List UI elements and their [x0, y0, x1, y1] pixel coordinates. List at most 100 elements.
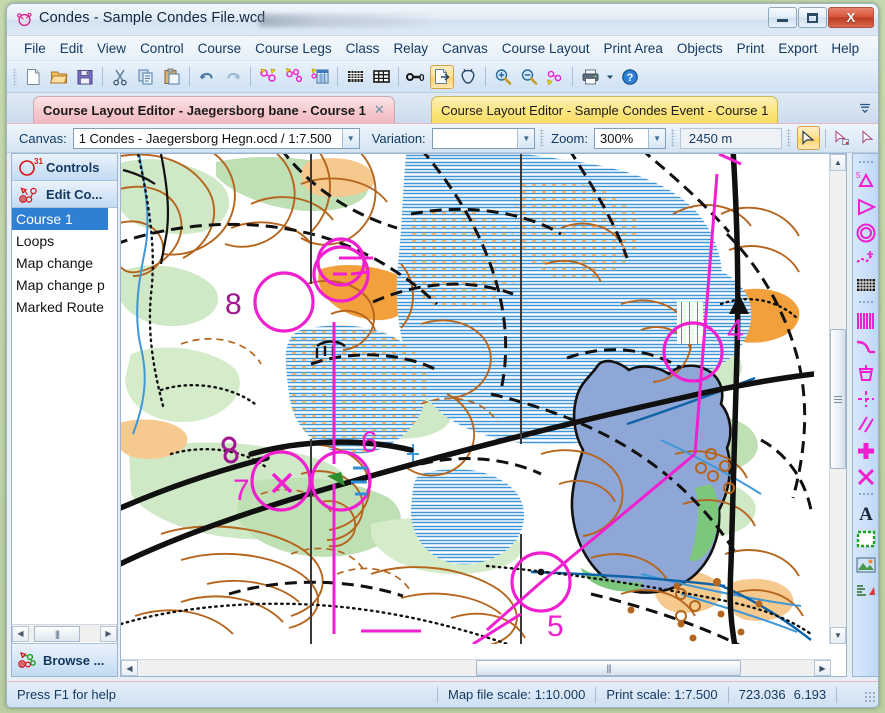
- control-key-icon[interactable]: 0: [404, 65, 428, 89]
- chevron-down-icon[interactable]: ▼: [517, 128, 535, 148]
- canvasbar-grip[interactable]: [787, 129, 791, 147]
- canvas-select[interactable]: 1 Condes - Jaegersborg Hegn.ocd / 1:7.50…: [72, 127, 360, 149]
- menu-course[interactable]: Course: [191, 38, 249, 59]
- redo-icon[interactable]: [221, 65, 245, 89]
- menu-class[interactable]: Class: [339, 38, 387, 59]
- chevron-down-icon[interactable]: ▼: [341, 128, 359, 148]
- help-icon[interactable]: ?: [618, 65, 642, 89]
- cut-icon[interactable]: [108, 65, 132, 89]
- sidebar-section-controls[interactable]: 31 Controls: [12, 154, 117, 181]
- menu-objects[interactable]: Objects: [670, 38, 730, 59]
- legend-icon[interactable]: [854, 578, 878, 603]
- sidebar-section-edit-course[interactable]: Edit Co...: [12, 181, 117, 208]
- vscroll-thumb[interactable]: [830, 329, 846, 469]
- new-file-icon[interactable]: [21, 65, 45, 89]
- maximize-button[interactable]: [798, 7, 827, 28]
- zoom-in-icon[interactable]: [491, 65, 515, 89]
- sidebar-section-browse[interactable]: Browse ...: [12, 643, 117, 676]
- canvasbar-grip[interactable]: [671, 129, 675, 147]
- tab-overflow-icon[interactable]: [858, 101, 872, 115]
- control-descriptions-icon[interactable]: [308, 65, 332, 89]
- menu-canvas[interactable]: Canvas: [435, 38, 495, 59]
- minimize-button[interactable]: [768, 7, 797, 28]
- menu-course-layout[interactable]: Course Layout: [495, 38, 597, 59]
- finish-double-circle-icon[interactable]: [854, 220, 878, 245]
- scroll-up-icon[interactable]: ▲: [830, 154, 846, 171]
- menu-relay[interactable]: Relay: [386, 38, 435, 59]
- paste-icon[interactable]: [160, 65, 184, 89]
- list-item[interactable]: Loops: [12, 230, 117, 252]
- list-item[interactable]: Map change p: [12, 274, 117, 296]
- zoom-select[interactable]: 300% ▼: [593, 127, 667, 149]
- close-button[interactable]: X: [828, 7, 874, 28]
- scroll-down-icon[interactable]: ▼: [830, 627, 846, 644]
- bent-leg-icon[interactable]: [854, 334, 878, 359]
- scroll-thumb[interactable]: |||: [34, 625, 80, 642]
- save-file-icon[interactable]: [73, 65, 97, 89]
- table-grid-icon[interactable]: [369, 65, 393, 89]
- symbolbar-grip[interactable]: [858, 492, 874, 497]
- menu-print[interactable]: Print: [730, 38, 772, 59]
- marked-route-icon[interactable]: [854, 246, 878, 271]
- menu-export[interactable]: Export: [771, 38, 824, 59]
- orienteering-map[interactable]: 4 5 6 7 8: [121, 154, 814, 644]
- scroll-right-icon[interactable]: ▶: [100, 625, 117, 642]
- relay-icon[interactable]: [456, 65, 480, 89]
- crossing-point-icon[interactable]: [854, 386, 878, 411]
- text-tool-icon[interactable]: A: [854, 500, 878, 525]
- course-layout-icon[interactable]: [430, 64, 454, 89]
- variation-label: Variation:: [371, 130, 426, 146]
- menu-edit[interactable]: Edit: [53, 38, 90, 59]
- chevron-down-icon[interactable]: ▼: [648, 128, 666, 148]
- tab-course-layout-jaegersborg[interactable]: Course Layout Editor - Jaegersborg bane …: [33, 96, 395, 123]
- close-icon[interactable]: ✕: [374, 102, 385, 118]
- open-file-icon[interactable]: [47, 65, 71, 89]
- table-black-icon[interactable]: [343, 65, 367, 89]
- hscroll-thumb[interactable]: |||: [476, 660, 741, 676]
- uncrossable-boundary-icon[interactable]: [854, 412, 878, 437]
- print-dropdown-icon[interactable]: [604, 65, 616, 89]
- map-vertical-scrollbar[interactable]: ▲ ▼: [829, 154, 846, 644]
- hatched-area-icon[interactable]: [854, 308, 878, 333]
- map-horizontal-scrollbar[interactable]: ◀ ||| ▶: [121, 659, 831, 676]
- map-canvas[interactable]: 4 5 6 7 8: [121, 154, 814, 644]
- forbidden-cross-icon[interactable]: [854, 464, 878, 489]
- scroll-right-icon[interactable]: ▶: [814, 660, 831, 676]
- resize-grip[interactable]: [864, 691, 876, 703]
- menu-help[interactable]: Help: [824, 38, 866, 59]
- menu-control[interactable]: Control: [133, 38, 191, 59]
- select-next-tool[interactable]: [856, 126, 878, 150]
- select-tool[interactable]: [796, 126, 820, 150]
- sidebar-hscrollbar[interactable]: ◀ ||| ▶: [12, 624, 117, 642]
- list-item[interactable]: Course 1: [12, 208, 108, 230]
- zoom-course-icon[interactable]: [543, 65, 567, 89]
- symbolbar-grip[interactable]: [858, 300, 874, 305]
- list-item[interactable]: Map change: [12, 252, 117, 274]
- course-edit-icon[interactable]: [256, 65, 280, 89]
- start-triangle-5-icon[interactable]: 5: [854, 168, 878, 193]
- toolbar-grip[interactable]: [13, 67, 17, 86]
- image-insert-icon[interactable]: [854, 552, 878, 577]
- scroll-left-icon[interactable]: ◀: [12, 625, 29, 642]
- rectangle-select-icon[interactable]: [854, 526, 878, 551]
- symbolbar-grip[interactable]: [858, 160, 874, 165]
- undo-icon[interactable]: [195, 65, 219, 89]
- canvasbar-grip[interactable]: [540, 129, 545, 147]
- first-aid-cross-icon[interactable]: [854, 438, 878, 463]
- start-triangle-icon[interactable]: [854, 194, 878, 219]
- select-add-tool[interactable]: [831, 126, 854, 150]
- scroll-left-icon[interactable]: ◀: [121, 660, 138, 676]
- menu-print-area[interactable]: Print Area: [597, 38, 670, 59]
- menu-course-legs[interactable]: Course Legs: [248, 38, 339, 59]
- menu-file[interactable]: File: [17, 38, 53, 59]
- list-item[interactable]: Marked Route: [12, 296, 117, 318]
- print-icon[interactable]: [578, 65, 602, 89]
- tab-course-layout-sample-event[interactable]: Course Layout Editor - Sample Condes Eve…: [431, 96, 779, 123]
- course-browse-icon[interactable]: [282, 65, 306, 89]
- menu-view[interactable]: View: [90, 38, 133, 59]
- out-of-bounds-icon[interactable]: [854, 272, 878, 297]
- variation-select[interactable]: ▼: [431, 127, 536, 149]
- zoom-out-icon[interactable]: [517, 65, 541, 89]
- copy-icon[interactable]: [134, 65, 158, 89]
- refreshment-icon[interactable]: [854, 360, 878, 385]
